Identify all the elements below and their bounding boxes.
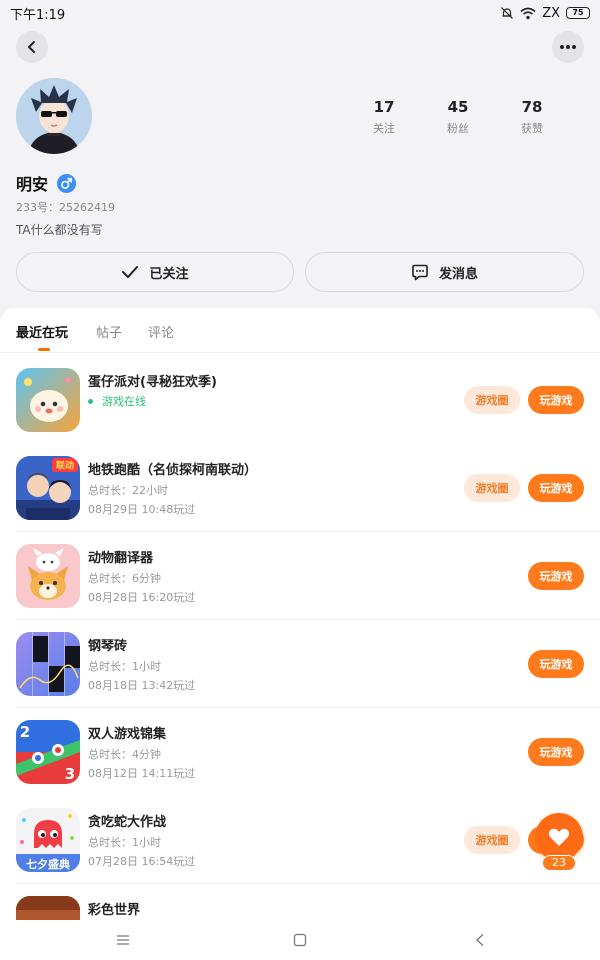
content-panel: 最近在玩 帖子 评论 蛋仔派对(寻秘狂欢季) 游戏在线 游戏圈 玩游戏 联动 地… [0,308,600,920]
play-duration: 总时长：1小时 [88,836,161,849]
game-title: 双人游戏锦集 [88,727,167,742]
more-button[interactable] [552,31,584,63]
chat-bubble-icon [412,264,428,280]
game-title: 蛋仔派对(寻秘狂欢季) [88,375,217,390]
game-row[interactable]: 七夕盛典 贪吃蛇大作战 总时长：1小时 07月28日 16:54玩过 游戏圈 玩… [0,796,600,884]
stat-following-value: 17 [373,98,395,116]
game-row[interactable]: 钢琴砖 总时长：1小时 08月18日 13:42玩过 玩游戏 [0,620,600,708]
game-row[interactable]: 联动 地铁跑酷（名侦探柯南联动） 总时长：22小时 08月29日 10:48玩过… [0,444,600,532]
stat-likes[interactable]: 78 获赞 [495,98,569,136]
player-three-number: 3 [65,765,75,783]
back-button[interactable] [16,31,48,63]
user-id: 233号：25262419 [16,201,115,214]
chevron-left-icon [28,41,35,53]
play-duration: 总时长：22小时 [88,484,168,497]
stat-fans[interactable]: 45 粉丝 [421,98,495,136]
play-game-button[interactable]: 玩游戏 [528,738,584,766]
game-icon-subway-surfers: 联动 [16,456,80,520]
collab-badge-text: 联动 [56,460,74,472]
game-icon-animal-translator [16,544,80,608]
carrier-label: ZX [542,5,560,21]
tab-comments[interactable]: 评论 [148,322,174,341]
game-circle-button[interactable]: 游戏圈 [464,474,520,502]
profile-tabs: 最近在玩 帖子 评论 [0,308,600,353]
online-status: 游戏在线 [88,393,146,409]
male-icon [57,173,77,193]
avatar[interactable] [16,78,92,154]
checkmark-icon [122,266,139,278]
play-game-button[interactable]: 玩游戏 [528,474,584,502]
heart-icon [548,828,570,846]
active-tab-indicator [38,348,50,351]
back-nav-button[interactable] [472,932,488,948]
stat-following-label: 关注 [373,122,395,135]
game-row[interactable]: 动物翻译器 总时长：6分钟 08月28日 16:20玩过 玩游戏 [0,532,600,620]
stat-likes-value: 78 [521,98,543,116]
game-row[interactable]: 彩色世界 [0,884,600,920]
mute-bell-icon [501,7,514,19]
play-duration: 总时长：4分钟 [88,748,161,761]
status-time: 下午1:19 [10,7,66,23]
play-game-button[interactable]: 玩游戏 [528,650,584,678]
stat-fans-value: 45 [447,98,469,116]
battery-icon: 75 [566,7,590,19]
status-bar: 下午1:19 ZX 75 [0,0,600,26]
follow-button[interactable]: 已关注 [16,252,294,292]
game-icon-snake-io: 七夕盛典 [16,808,80,872]
online-status-label: 游戏在线 [102,395,146,408]
more-dots-icon [560,45,576,49]
last-played: 08月29日 10:48玩过 [88,503,196,516]
game-icon-eggy-party [16,368,80,432]
profile-screen: 下午1:19 ZX 75 17 关注 45 粉丝 78 获赞 明安 233号：2… [0,0,600,960]
play-game-button[interactable]: 玩游戏 [528,562,584,590]
game-icon-color-world [16,896,80,920]
menu-nav-button[interactable] [115,932,131,948]
game-title: 钢琴砖 [88,639,128,654]
game-title: 动物翻译器 [88,551,154,566]
like-button[interactable] [535,813,583,861]
last-played: 08月12日 14:11玩过 [88,767,196,780]
game-title: 贪吃蛇大作战 [88,815,167,830]
stat-following[interactable]: 17 关注 [347,98,421,136]
status-icons: ZX 75 [500,6,590,21]
game-icon-piano-tiles [16,632,80,696]
user-name: 明安 [16,175,49,194]
tab-posts[interactable]: 帖子 [96,322,122,341]
tab-recent-games[interactable]: 最近在玩 [16,322,68,341]
wifi-icon [520,7,536,19]
event-banner: 七夕盛典 [16,854,80,872]
message-button-label: 发消息 [438,266,478,282]
follow-button-label: 已关注 [149,266,189,282]
menu-lines-icon [117,935,129,945]
game-row[interactable]: 2 3 双人游戏锦集 总时长：4分钟 08月12日 14:11玩过 玩游戏 [0,708,600,796]
online-dot-icon [88,398,93,404]
event-banner-text: 七夕盛典 [26,857,70,871]
stat-fans-label: 粉丝 [447,122,469,135]
profile-stats: 17 关注 45 粉丝 78 获赞 [347,98,569,136]
collab-badge: 联动 [52,458,78,472]
name-row: 明安 [16,171,77,195]
home-nav-button[interactable] [292,932,308,948]
game-circle-button[interactable]: 游戏圈 [464,386,520,414]
game-circle-button[interactable]: 游戏圈 [464,826,520,854]
message-button[interactable]: 发消息 [305,252,584,292]
player-two-number: 2 [20,723,30,741]
play-game-button[interactable]: 玩游戏 [528,386,584,414]
game-row[interactable]: 蛋仔派对(寻秘狂欢季) 游戏在线 游戏圈 玩游戏 [0,356,600,444]
last-played: 08月18日 13:42玩过 [88,679,196,692]
play-duration: 总时长：6分钟 [88,572,161,585]
like-count-badge: 23 [542,855,576,871]
game-icon-two-player-games: 2 3 [16,720,80,784]
avatar-illustration [16,78,92,154]
back-triangle-icon [476,934,484,946]
play-duration: 总时长：1小时 [88,660,161,673]
user-bio: TA什么都没有写 [16,223,103,237]
game-title: 彩色世界 [88,903,141,918]
home-square-icon [293,933,307,947]
stat-likes-label: 获赞 [521,122,543,135]
last-played: 08月28日 16:20玩过 [88,591,196,604]
last-played: 07月28日 16:54玩过 [88,855,196,868]
system-nav-bar [0,920,600,960]
game-title: 地铁跑酷（名侦探柯南联动） [88,463,258,478]
